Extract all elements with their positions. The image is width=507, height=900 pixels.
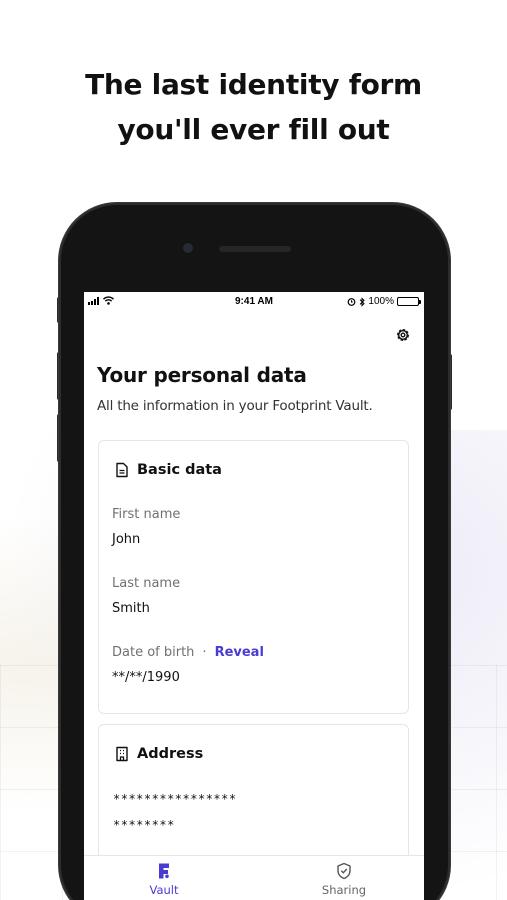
separator-dot: · xyxy=(202,645,207,660)
tab-sharing-label: Sharing xyxy=(321,883,367,897)
bluetooth-icon xyxy=(360,296,366,307)
document-icon xyxy=(116,462,128,478)
footprint-logo-icon xyxy=(159,863,169,879)
reveal-date-of-birth-link[interactable]: Reveal xyxy=(215,645,264,660)
basic-data-title: Basic data xyxy=(137,462,222,478)
building-icon xyxy=(116,746,128,762)
basic-data-card: Basic data First name John Last name Smi… xyxy=(98,440,409,714)
bottom-tab-bar: Vault Sharing xyxy=(84,855,424,900)
date-of-birth-value: **/**/1990 xyxy=(112,670,180,685)
page-title: Your personal data xyxy=(97,363,307,387)
date-of-birth-label: Date of birth xyxy=(112,645,195,660)
tab-sharing[interactable]: Sharing xyxy=(294,862,394,897)
tab-vault-label: Vault xyxy=(149,883,179,897)
battery-percent: 100% xyxy=(368,296,394,307)
last-name-label: Last name xyxy=(112,576,181,591)
alarm-icon xyxy=(348,298,356,306)
date-of-birth-label-row: Date of birth · Reveal xyxy=(112,645,264,660)
first-name-value: John xyxy=(112,532,141,547)
address-card: Address **************** ******** xyxy=(98,724,409,864)
address-line-2-masked: ******** xyxy=(113,818,175,832)
basic-data-header: Basic data xyxy=(115,462,222,478)
address-title: Address xyxy=(137,746,204,762)
marketing-headline: The last identity form you'll ever fill … xyxy=(0,62,507,152)
status-bar: 9:41 AM 100% xyxy=(84,292,424,312)
shield-check-icon xyxy=(337,862,351,880)
phone-camera xyxy=(183,243,193,253)
page-subtitle: All the information in your Footprint Va… xyxy=(97,398,373,414)
last-name-value: Smith xyxy=(112,601,150,616)
status-bar-right: 100% xyxy=(347,296,421,307)
tab-vault[interactable]: Vault xyxy=(114,862,214,897)
headline-line-1: The last identity form xyxy=(85,68,422,101)
last-name-field: Last name Smith xyxy=(112,576,180,616)
battery-icon xyxy=(397,297,421,306)
first-name-label: First name xyxy=(112,507,181,522)
date-of-birth-field: Date of birth · Reveal **/**/1990 xyxy=(112,645,264,685)
first-name-field: First name John xyxy=(112,507,180,547)
phone-speaker xyxy=(219,246,291,252)
address-line-1-masked: **************** xyxy=(113,792,237,806)
settings-gear-icon[interactable] xyxy=(394,326,412,344)
headline-line-2: you'll ever fill out xyxy=(117,113,390,146)
address-header: Address xyxy=(115,746,203,762)
phone-screen: 9:41 AM 100% Your personal data All the … xyxy=(84,292,424,900)
